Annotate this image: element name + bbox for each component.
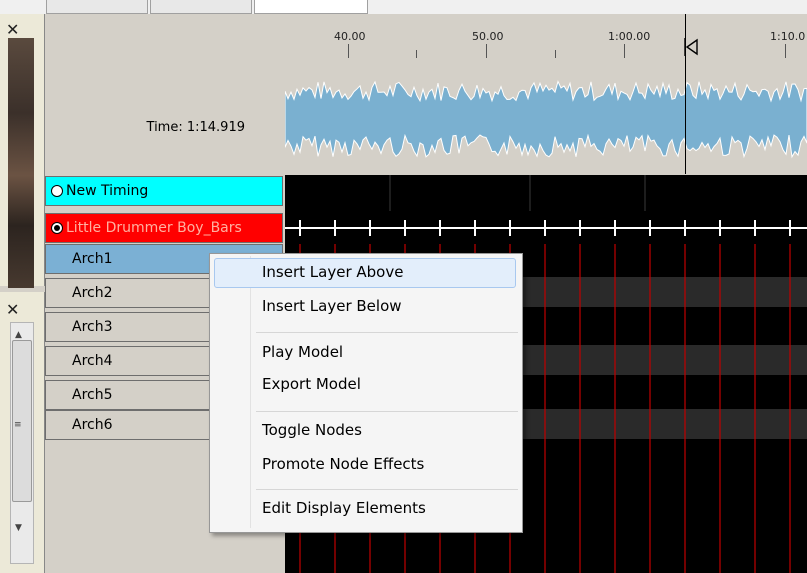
play-cursor (685, 14, 686, 174)
ruler-tick-label: 50.00 (472, 30, 504, 43)
row-label: Arch5 (72, 387, 113, 403)
grip-icon: ≡ (14, 420, 22, 430)
scroll-up-icon[interactable]: ▲ (15, 330, 22, 340)
ruler-tick (416, 50, 417, 58)
menu-separator (256, 411, 518, 412)
waveform-graphic (284, 80, 807, 159)
menu-item-insert-layer-below[interactable]: Insert Layer Below (262, 297, 402, 315)
ruler-tick (555, 50, 556, 58)
context-menu: Insert Layer Above Insert Layer Below Pl… (209, 253, 523, 533)
row-label: Arch1 (72, 251, 113, 267)
ruler-tick-label: 1:10.0 (770, 30, 806, 43)
row-drummer-boy-bars[interactable]: Little Drummer Boy_Bars (45, 213, 283, 243)
row-label: Arch4 (72, 353, 113, 369)
menu-item-insert-layer-above[interactable]: Insert Layer Above (262, 263, 403, 281)
close-icon[interactable]: ✕ (6, 22, 19, 38)
preview-image (8, 38, 34, 288)
menu-separator (256, 332, 518, 333)
row-new-timing[interactable]: New Timing (45, 176, 283, 206)
waveform-path (284, 80, 807, 159)
row-label: Arch2 (72, 285, 113, 301)
ruler-tick (624, 44, 625, 58)
row-label: Arch3 (72, 319, 113, 335)
menu-separator (256, 489, 518, 490)
tab-strip (0, 0, 807, 15)
radio-icon[interactable] (51, 185, 63, 197)
tab-2[interactable] (150, 0, 252, 14)
waveform[interactable] (284, 64, 807, 174)
ruler-tick-label: 1:00.00 (608, 30, 651, 43)
close-icon[interactable]: ✕ (6, 302, 19, 318)
row-label: New Timing (66, 183, 149, 199)
ruler-tick-label: 40.00 (334, 30, 366, 43)
row-label: Arch6 (72, 417, 113, 433)
time-ruler[interactable]: 40.00 50.00 1:00.00 1:10.0 (285, 14, 807, 64)
menu-item-edit-display-elements[interactable]: Edit Display Elements (262, 499, 426, 517)
radio-selected-icon[interactable] (51, 222, 63, 234)
row-label: Little Drummer Boy_Bars (66, 220, 242, 236)
ruler-tick (486, 44, 487, 58)
scroll-down-icon[interactable]: ▼ (15, 523, 22, 533)
tab-1[interactable] (46, 0, 148, 14)
menu-item-play-model[interactable]: Play Model (262, 343, 343, 361)
menu-gutter (250, 256, 251, 528)
menu-item-promote-node-effects[interactable]: Promote Node Effects (262, 455, 424, 473)
menu-item-toggle-nodes[interactable]: Toggle Nodes (262, 421, 362, 439)
menu-item-export-model[interactable]: Export Model (262, 375, 361, 393)
time-readout: Time: 1:14.919 (146, 120, 245, 135)
ruler-tick (785, 44, 786, 58)
tab-3[interactable] (254, 0, 368, 14)
ruler-tick (348, 44, 349, 58)
